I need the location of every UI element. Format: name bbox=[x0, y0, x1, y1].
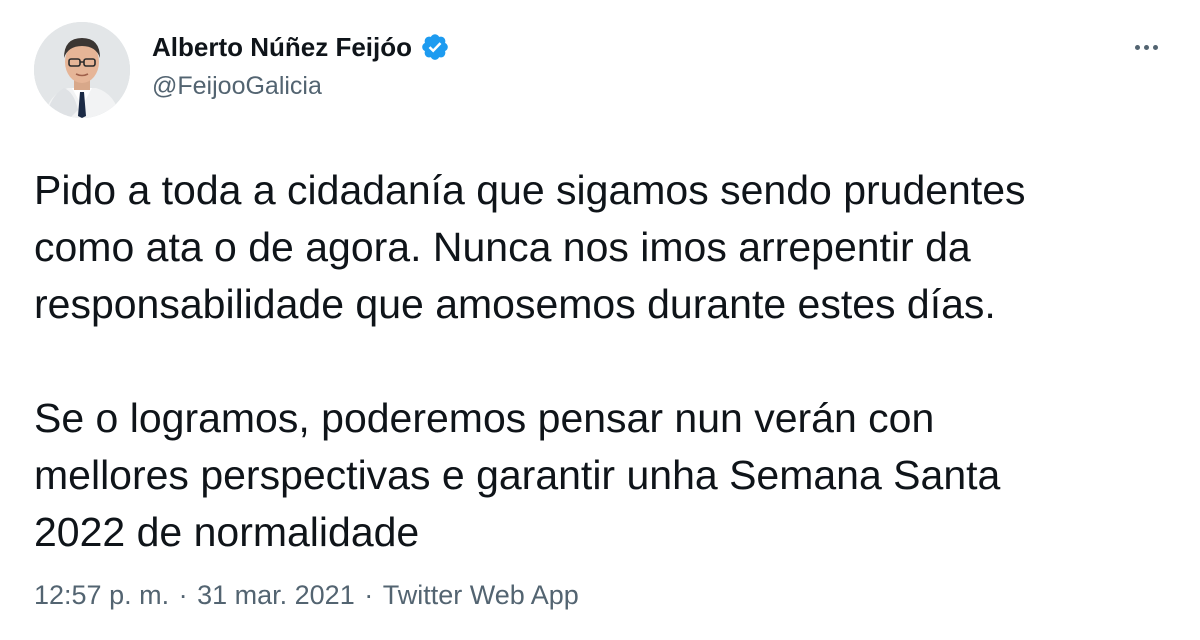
tweet-text-line: como ata o de agora. Nunca nos imos arre… bbox=[34, 224, 971, 270]
more-dot bbox=[1134, 44, 1140, 50]
profile-photo bbox=[34, 22, 130, 118]
tweet-text-line: Pido a toda a cidadanía que sigamos send… bbox=[34, 167, 1026, 213]
tweet-text-line: 2022 de normalidade bbox=[34, 509, 420, 555]
author-handle[interactable]: @FeijooGalicia bbox=[152, 72, 322, 101]
tweet-metadata: 12:57 p. m. · 31 mar. 2021 · Twitter Web… bbox=[34, 580, 579, 611]
author-name[interactable]: Alberto Núñez Feijóo bbox=[152, 32, 412, 63]
tweet-time[interactable]: 12:57 p. m. bbox=[34, 580, 169, 610]
tweet-source[interactable]: Twitter Web App bbox=[383, 580, 579, 610]
tweet-text: Pido a toda a cidadanía que sigamos send… bbox=[34, 162, 1164, 561]
meta-separator: · bbox=[171, 580, 196, 610]
more-options-icon[interactable] bbox=[1126, 30, 1166, 64]
author-name-row: Alberto Núñez Feijóo bbox=[152, 30, 450, 64]
more-dot bbox=[1143, 44, 1149, 50]
tweet-date[interactable]: 31 mar. 2021 bbox=[197, 580, 355, 610]
avatar[interactable] bbox=[34, 22, 130, 118]
tweet-text-line: Se o logramos, poderemos pensar nun verá… bbox=[34, 395, 935, 441]
tweet-text-line: mellores perspectivas e garantir unha Se… bbox=[34, 452, 1001, 498]
tweet-text-line: responsabilidade que amosemos durante es… bbox=[34, 281, 996, 327]
verified-badge-icon bbox=[420, 32, 450, 62]
meta-separator: · bbox=[356, 580, 381, 610]
tweet-card: Alberto Núñez Feijóo @FeijooGalicia Pido… bbox=[0, 0, 1200, 640]
more-dot bbox=[1152, 44, 1158, 50]
